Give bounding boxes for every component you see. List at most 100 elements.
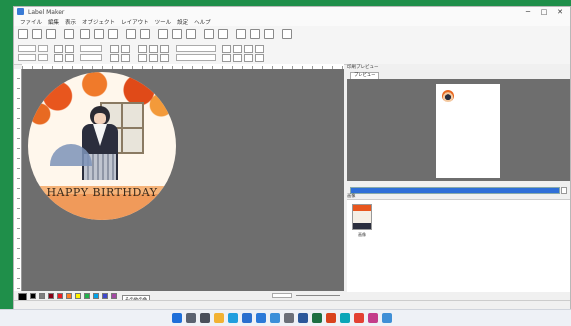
- person-photo: [78, 106, 122, 186]
- image-tool-icon[interactable]: [172, 29, 182, 39]
- position-field[interactable]: [176, 45, 216, 52]
- back-button[interactable]: [149, 54, 158, 62]
- align-left-icon[interactable]: [236, 29, 246, 39]
- rotate-button[interactable]: [110, 45, 119, 53]
- zoom-out-icon[interactable]: [218, 29, 228, 39]
- redo-icon[interactable]: [140, 29, 150, 39]
- distribute-v-button[interactable]: [233, 54, 242, 62]
- start-icon[interactable]: [172, 313, 182, 323]
- menu-help[interactable]: ヘルプ: [194, 18, 211, 26]
- tab-preview[interactable]: プレビュー: [350, 72, 380, 79]
- menu-file[interactable]: ファイル: [20, 18, 42, 26]
- color-swatch[interactable]: [66, 293, 72, 299]
- paint-icon[interactable]: [340, 313, 350, 323]
- cut-icon[interactable]: [80, 29, 90, 39]
- grid-button[interactable]: [222, 45, 231, 53]
- close-button[interactable]: ✕: [552, 7, 568, 17]
- color-swatch[interactable]: [30, 293, 36, 299]
- width-field[interactable]: [80, 45, 102, 52]
- lock-button[interactable]: [160, 54, 169, 62]
- color-swatch[interactable]: [111, 293, 117, 299]
- image-file-label: 画像: [358, 232, 366, 237]
- minimize-button[interactable]: ─: [520, 7, 536, 17]
- paste-icon[interactable]: [108, 29, 118, 39]
- maximize-button[interactable]: □: [536, 7, 552, 17]
- layer-icon[interactable]: [282, 29, 292, 39]
- ruler-button[interactable]: [255, 45, 264, 53]
- underline-button[interactable]: [54, 54, 63, 62]
- color-swatch[interactable]: [39, 293, 45, 299]
- circular-label-design[interactable]: HAPPY BIRTHDAY: [28, 72, 176, 220]
- birthday-text[interactable]: HAPPY BIRTHDAY: [28, 186, 176, 199]
- zoom-in-icon[interactable]: [204, 29, 214, 39]
- front-button[interactable]: [138, 54, 147, 62]
- menu-view[interactable]: 表示: [65, 18, 76, 26]
- design-canvas[interactable]: HAPPY BIRTHDAY: [22, 69, 344, 291]
- snap-button[interactable]: [233, 45, 242, 53]
- menu-edit[interactable]: 編集: [48, 18, 59, 26]
- image-file-item[interactable]: 画像: [350, 204, 374, 244]
- same-height-button[interactable]: [255, 54, 264, 62]
- font-size-field[interactable]: [38, 45, 48, 52]
- word-icon[interactable]: [298, 313, 308, 323]
- font-name-field[interactable]: [18, 45, 36, 52]
- fill-color-button[interactable]: [138, 45, 147, 53]
- preview-page: [436, 84, 500, 178]
- text-tool-icon[interactable]: [158, 29, 168, 39]
- calendar-icon[interactable]: [382, 313, 392, 323]
- line-color-button[interactable]: [149, 45, 158, 53]
- open-file-icon[interactable]: [32, 29, 42, 39]
- color-swatch[interactable]: [57, 293, 63, 299]
- color-swatch[interactable]: [75, 293, 81, 299]
- style-field[interactable]: [18, 54, 36, 61]
- label-app-icon[interactable]: [326, 313, 336, 323]
- new-file-icon[interactable]: [18, 29, 28, 39]
- save-icon[interactable]: [46, 29, 56, 39]
- ungroup-button[interactable]: [121, 54, 130, 62]
- edge-icon[interactable]: [228, 313, 238, 323]
- window-controls: ─ □ ✕: [520, 7, 568, 17]
- zoom-slider-track[interactable]: [296, 295, 340, 296]
- search-icon[interactable]: [186, 313, 196, 323]
- strike-button[interactable]: [65, 54, 74, 62]
- align-right-icon[interactable]: [264, 29, 274, 39]
- menu-layout[interactable]: レイアウト: [121, 18, 149, 26]
- explorer-icon[interactable]: [214, 313, 224, 323]
- color-swatch[interactable]: [48, 293, 54, 299]
- color-swatch[interactable]: [102, 293, 108, 299]
- photos-icon[interactable]: [270, 313, 280, 323]
- menu-settings[interactable]: 設定: [177, 18, 188, 26]
- color-swatch[interactable]: [84, 293, 90, 299]
- menu-object[interactable]: オブジェクト: [82, 18, 115, 26]
- preview-panel-header: 印刷プレビュー: [347, 64, 570, 71]
- mail-icon[interactable]: [242, 313, 252, 323]
- shadow-button[interactable]: [160, 45, 169, 53]
- format-toolbar: [14, 42, 570, 65]
- same-width-button[interactable]: [244, 54, 253, 62]
- bold-button[interactable]: [54, 45, 63, 53]
- color-swatch[interactable]: [93, 293, 99, 299]
- store-icon[interactable]: [256, 313, 266, 323]
- media-icon[interactable]: [368, 313, 378, 323]
- spacing-field[interactable]: [176, 54, 216, 61]
- group-button[interactable]: [110, 54, 119, 62]
- print-icon[interactable]: [64, 29, 74, 39]
- distribute-h-button[interactable]: [222, 54, 231, 62]
- guide-button[interactable]: [244, 45, 253, 53]
- undo-icon[interactable]: [126, 29, 136, 39]
- align-center-icon[interactable]: [250, 29, 260, 39]
- app-icon: [17, 8, 24, 15]
- menu-tools[interactable]: ツール: [155, 18, 172, 26]
- zoom-field[interactable]: [272, 293, 292, 298]
- settings-icon[interactable]: [284, 313, 294, 323]
- copy-icon[interactable]: [94, 29, 104, 39]
- italic-button[interactable]: [65, 45, 74, 53]
- shape-tool-icon[interactable]: [186, 29, 196, 39]
- height-field[interactable]: [80, 54, 102, 61]
- excel-icon[interactable]: [312, 313, 322, 323]
- size-field[interactable]: [38, 54, 48, 61]
- task-view-icon[interactable]: [200, 313, 210, 323]
- preview-label-thumbnail[interactable]: [442, 90, 454, 102]
- flip-button[interactable]: [121, 45, 130, 53]
- chrome-icon[interactable]: [354, 313, 364, 323]
